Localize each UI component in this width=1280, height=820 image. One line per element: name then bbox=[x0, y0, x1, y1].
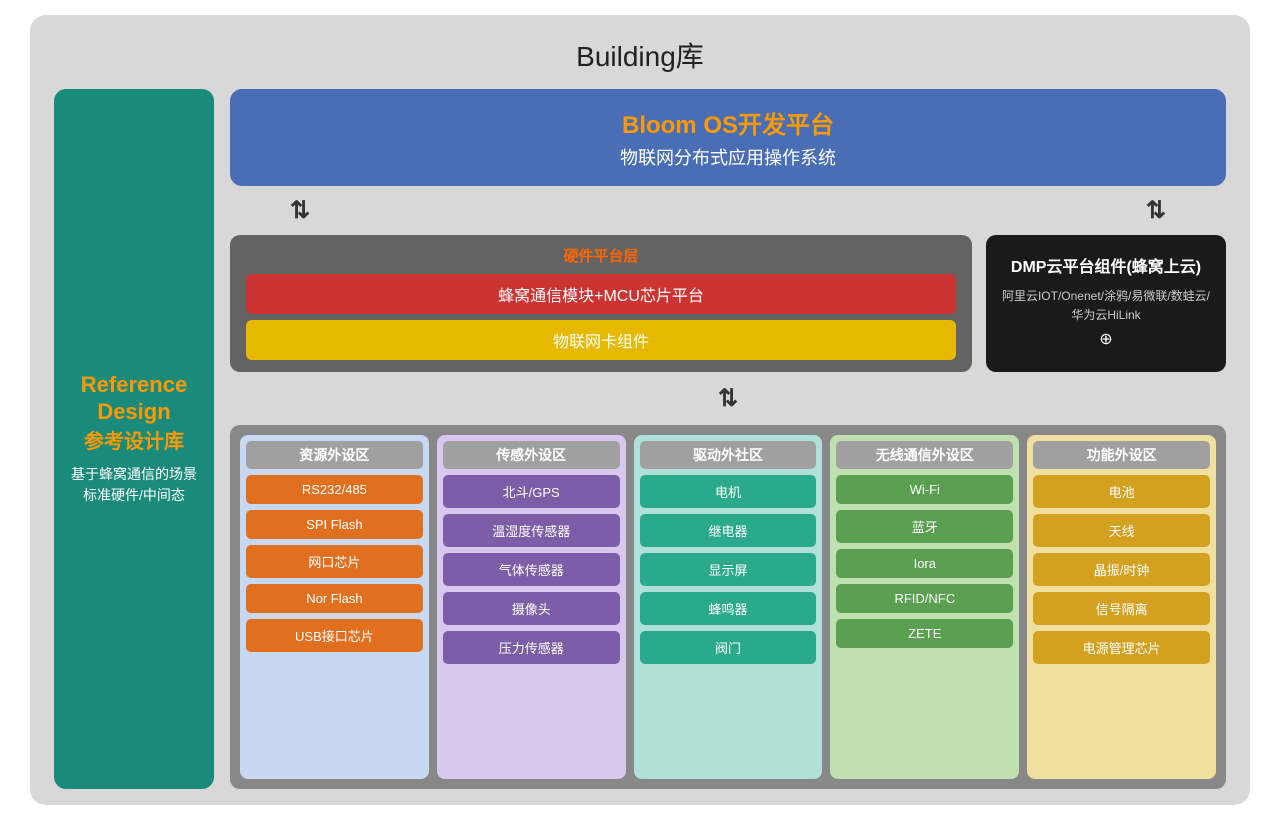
ref-title-line2: Design bbox=[97, 399, 170, 425]
hardware-block: 硬件平台层 蜂窝通信模块+MCU芯片平台 物联网卡组件 bbox=[230, 235, 972, 372]
bottom-grid-wrapper: 资源外设区 RS232/485 SPI Flash 网口芯片 Nor Flash USB接… bbox=[230, 425, 1226, 789]
middle-row: 硬件平台层 蜂窝通信模块+MCU芯片平台 物联网卡组件 DMP云平台组件(蜂窝上… bbox=[230, 235, 1226, 372]
col-item-driver-1: 继电器 bbox=[640, 514, 817, 547]
col-item-function-3: 信号隔离 bbox=[1033, 592, 1210, 625]
grid-col-wireless: 无线通信外设区 Wi-Fi 蓝牙 Iora RFID/NFC ZETE bbox=[830, 435, 1019, 779]
ref-desc: 基于蜂窝通信的场景标准硬件/中间态 bbox=[66, 464, 202, 506]
arrow-down-left: ⇅ bbox=[290, 196, 310, 225]
hw-title: 硬件平台层 bbox=[246, 245, 956, 266]
col-item-wireless-0: Wi-Fi bbox=[836, 475, 1013, 504]
ref-title-line1: Reference bbox=[81, 372, 187, 398]
col-header-driver: 驱动外社区 bbox=[640, 441, 817, 469]
hw-row1: 蜂窝通信模块+MCU芯片平台 bbox=[246, 274, 956, 314]
arrow-row-2: ⇅ bbox=[230, 384, 1226, 413]
bloom-os-subtitle: 物联网分布式应用操作系统 bbox=[250, 144, 1206, 170]
col-item-driver-0: 电机 bbox=[640, 475, 817, 508]
bloom-os-block: Bloom OS开发平台 物联网分布式应用操作系统 bbox=[230, 89, 1226, 186]
col-header-function: 功能外设区 bbox=[1033, 441, 1210, 469]
col-item-resource-2: 网口芯片 bbox=[246, 545, 423, 578]
col-item-driver-2: 显示屏 bbox=[640, 553, 817, 586]
main-layout: Reference Design 参考设计库 基于蜂窝通信的场景标准硬件/中间态… bbox=[54, 89, 1226, 789]
col-item-wireless-2: Iora bbox=[836, 549, 1013, 578]
ref-subtitle: 参考设计库 bbox=[84, 425, 184, 454]
col-item-wireless-4: ZETE bbox=[836, 619, 1013, 648]
dmp-title: DMP云平台组件(蜂窝上云) bbox=[1011, 258, 1201, 279]
col-header-sensor: 传感外设区 bbox=[443, 441, 620, 469]
left-sidebar: Reference Design 参考设计库 基于蜂窝通信的场景标准硬件/中间态 bbox=[54, 89, 214, 789]
col-header-wireless: 无线通信外设区 bbox=[836, 441, 1013, 469]
arrows-row-1: ⇅ ⇅ bbox=[230, 196, 1226, 225]
col-item-sensor-1: 温湿度传感器 bbox=[443, 514, 620, 547]
col-item-wireless-1: 蓝牙 bbox=[836, 510, 1013, 543]
arrow-down-right: ⇅ bbox=[1146, 196, 1166, 225]
building-title: Building库 bbox=[54, 35, 1226, 75]
grid-col-function: 功能外设区电池天线晶振/时钟信号隔离电源管理芯片 bbox=[1027, 435, 1216, 779]
col-item-resource-0: RS232/485 bbox=[246, 475, 423, 504]
grid-col-resource: 资源外设区 RS232/485 SPI Flash 网口芯片 Nor Flash USB接… bbox=[240, 435, 429, 779]
hw-row2: 物联网卡组件 bbox=[246, 320, 956, 360]
bloom-os-title: Bloom OS开发平台 bbox=[250, 105, 1206, 140]
col-item-sensor-3: 摄像头 bbox=[443, 592, 620, 625]
dmp-plus: ⊕ bbox=[1099, 329, 1112, 349]
col-item-function-2: 晶振/时钟 bbox=[1033, 553, 1210, 586]
bottom-grid: 资源外设区 RS232/485 SPI Flash 网口芯片 Nor Flash USB接… bbox=[240, 435, 1216, 779]
col-item-sensor-4: 压力传感器 bbox=[443, 631, 620, 664]
grid-col-driver: 驱动外社区电机继电器显示屏蜂鸣器阀门 bbox=[634, 435, 823, 779]
dmp-desc: 阿里云IOT/Onenet/涂鸦/易微联/数蛙云/华为云HiLink bbox=[998, 287, 1214, 325]
col-header-resource: 资源外设区 bbox=[246, 441, 423, 469]
col-item-resource-3: Nor Flash bbox=[246, 584, 423, 613]
col-item-sensor-2: 气体传感器 bbox=[443, 553, 620, 586]
col-item-function-4: 电源管理芯片 bbox=[1033, 631, 1210, 664]
col-item-wireless-3: RFID/NFC bbox=[836, 584, 1013, 613]
col-item-driver-3: 蜂鸣器 bbox=[640, 592, 817, 625]
col-item-resource-4: USB接口芯片 bbox=[246, 619, 423, 652]
col-item-sensor-0: 北斗/GPS bbox=[443, 475, 620, 508]
col-item-function-1: 天线 bbox=[1033, 514, 1210, 547]
col-item-function-0: 电池 bbox=[1033, 475, 1210, 508]
col-item-resource-1: SPI Flash bbox=[246, 510, 423, 539]
grid-col-sensor: 传感外设区北斗/GPS 温湿度传感器气体传感器摄像头压力传感器 bbox=[437, 435, 626, 779]
dmp-block: DMP云平台组件(蜂窝上云) 阿里云IOT/Onenet/涂鸦/易微联/数蛙云/… bbox=[986, 235, 1226, 372]
col-item-driver-4: 阀门 bbox=[640, 631, 817, 664]
right-content: Bloom OS开发平台 物联网分布式应用操作系统 ⇅ ⇅ 硬件平台层 蜂窝通信… bbox=[230, 89, 1226, 789]
outer-container: Building库 Reference Design 参考设计库 基于蜂窝通信的… bbox=[30, 15, 1250, 805]
